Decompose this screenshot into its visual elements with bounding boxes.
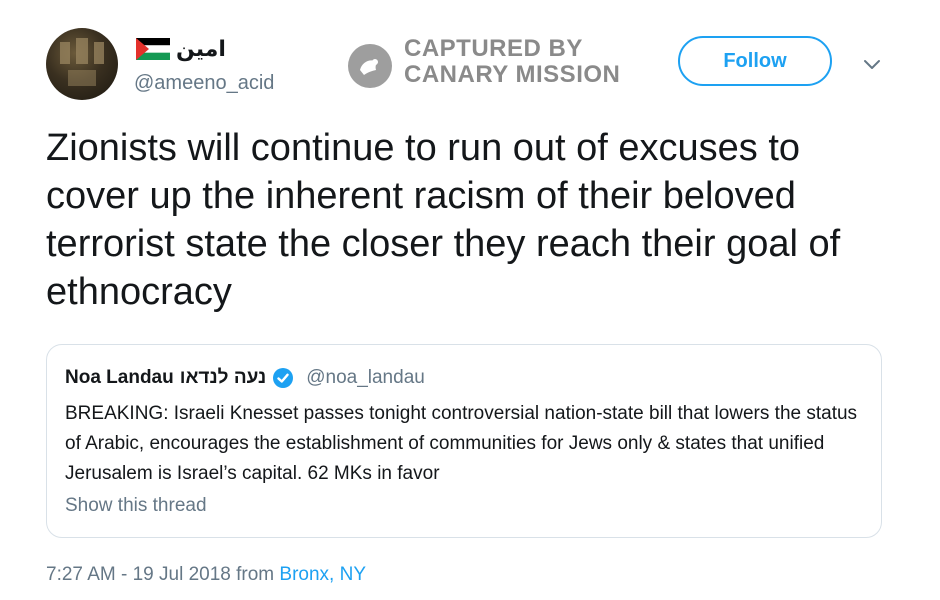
- quoted-tweet-header: Noa Landau נעה לנדאו @noa_landau: [65, 367, 425, 389]
- display-name: امين: [176, 36, 226, 61]
- quoted-tweet[interactable]: Noa Landau נעה לנדאו @noa_landau BREAKIN…: [46, 344, 882, 538]
- display-name-row[interactable]: امين: [136, 34, 226, 64]
- quoted-author-handle: @noa_landau: [306, 367, 425, 388]
- quoted-tweet-text: BREAKING: Israeli Knesset passes tonight…: [65, 403, 858, 484]
- chevron-down-icon[interactable]: [860, 52, 884, 76]
- show-thread-link[interactable]: Show this thread: [65, 495, 207, 517]
- author-handle[interactable]: @ameeno_acid: [134, 72, 274, 95]
- tweet-header: امين @ameeno_acid CAPTURED BY CANARY MIS…: [46, 28, 896, 104]
- location-link[interactable]: Bronx, NY: [279, 564, 366, 585]
- avatar[interactable]: [46, 28, 118, 100]
- canary-mission-watermark: CAPTURED BY CANARY MISSION: [348, 34, 648, 94]
- verified-badge-icon: [273, 368, 294, 388]
- tweet-timestamp: 7:27 AM - 19 Jul 2018 from Bronx, NY: [46, 564, 366, 586]
- quoted-author-name: Noa Landau: [65, 367, 174, 388]
- canary-logo-icon: [348, 44, 392, 88]
- palestine-flag-icon: [136, 38, 170, 60]
- timestamp-text[interactable]: 7:27 AM - 19 Jul 2018 from: [46, 564, 279, 585]
- watermark-line1: CAPTURED BY: [404, 35, 583, 62]
- watermark-line2: CANARY MISSION: [404, 61, 621, 88]
- watermark-text: CAPTURED BY CANARY MISSION: [404, 36, 620, 88]
- tweet-text: Zionists will continue to run out of exc…: [46, 127, 841, 313]
- quoted-author-name-hebrew: נעה לנדאו: [179, 367, 267, 388]
- follow-button[interactable]: Follow: [678, 36, 832, 86]
